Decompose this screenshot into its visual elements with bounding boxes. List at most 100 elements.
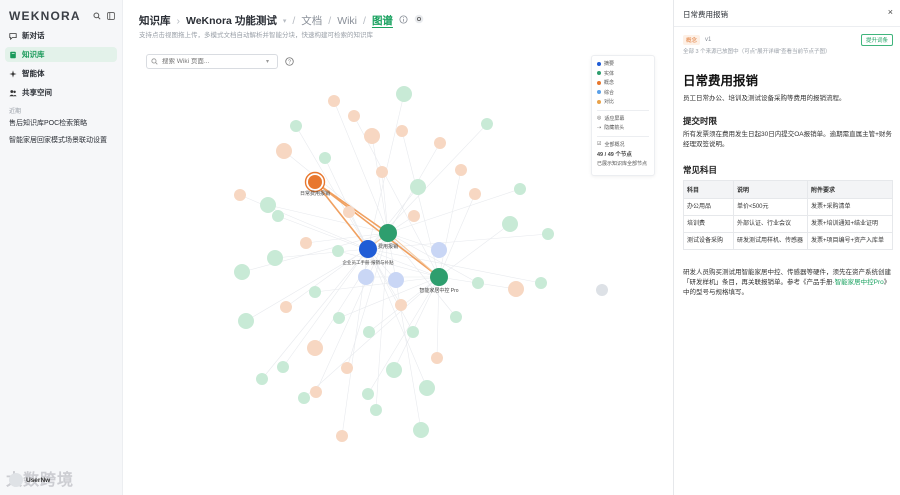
graph-node[interactable] xyxy=(376,166,388,178)
tab-graph[interactable]: 图谱 xyxy=(372,13,393,28)
hide-arrows-option[interactable]: ⇢ 隐藏箭头 xyxy=(597,123,649,133)
node-label-hub2: 企业员工手册·报销与补贴 xyxy=(343,259,394,266)
graph-node[interactable] xyxy=(333,312,345,324)
graph-node[interactable] xyxy=(542,228,554,240)
graph-node[interactable] xyxy=(319,152,331,164)
fit-screen-option[interactable]: ◎ 适应屏幕 xyxy=(597,114,649,124)
graph-node[interactable] xyxy=(341,362,353,374)
graph-edge xyxy=(438,223,511,278)
recent-item-2[interactable]: 智能家居回家模式场景联动设置 xyxy=(9,135,107,145)
nav-agents[interactable]: 智能体 xyxy=(5,66,117,81)
doc-heading-deadline: 提交时限 xyxy=(683,116,718,126)
graph-node[interactable] xyxy=(307,340,323,356)
settings-icon[interactable] xyxy=(414,14,424,27)
graph-node[interactable] xyxy=(455,164,467,176)
nav-knowledge-base[interactable]: 知识库 xyxy=(5,47,117,62)
wiki-search-box[interactable]: ▾ xyxy=(146,54,278,69)
close-icon[interactable]: × xyxy=(888,7,893,17)
source-note: 全部 3 个来源已放图中（可点"展开详细"查看当前节点子图） xyxy=(683,49,831,55)
graph-node[interactable] xyxy=(362,388,374,400)
graph-node[interactable] xyxy=(469,188,481,200)
graph-node[interactable] xyxy=(260,197,276,213)
graph-node[interactable] xyxy=(290,120,302,132)
chat-plus-icon xyxy=(9,32,17,40)
user-menu[interactable]: UserNw xyxy=(9,473,50,487)
product-manual-link[interactable]: 智能家居中控Pro xyxy=(835,279,884,286)
graph-node[interactable] xyxy=(272,210,284,222)
graph-node[interactable] xyxy=(396,125,408,137)
breadcrumb-separator: / xyxy=(328,14,332,27)
graph-node[interactable] xyxy=(502,216,518,232)
promote-button[interactable]: 提升词条 xyxy=(860,34,893,46)
nav-new-chat[interactable]: 新对话 xyxy=(5,28,117,43)
graph-node[interactable] xyxy=(431,242,447,258)
node-entity-product[interactable] xyxy=(430,268,448,286)
graph-node[interactable] xyxy=(514,183,526,195)
search-icon[interactable] xyxy=(92,12,101,21)
doc-intro: 员工日常办公、培训及测试设备采购等费用的报销流程。 xyxy=(683,95,846,102)
graph-node[interactable] xyxy=(276,143,292,159)
graph-node[interactable] xyxy=(336,430,348,442)
graph-node[interactable] xyxy=(431,352,443,364)
arrow-icon: ⇢ xyxy=(597,124,602,131)
graph-node[interactable] xyxy=(267,250,283,266)
panel-divider xyxy=(674,26,900,27)
graph-node[interactable] xyxy=(388,272,404,288)
graph-node[interactable] xyxy=(434,137,446,149)
graph-node[interactable] xyxy=(386,362,402,378)
wiki-search-input[interactable] xyxy=(162,58,262,65)
node-entity-hub[interactable] xyxy=(379,224,397,242)
user-name: UserNw xyxy=(26,476,51,484)
breadcrumb-root[interactable]: 知识库 xyxy=(139,13,171,28)
graph-node[interactable] xyxy=(410,179,426,195)
tab-wiki[interactable]: Wiki xyxy=(337,15,357,27)
graph-node[interactable] xyxy=(238,313,254,329)
graph-node[interactable] xyxy=(298,392,310,404)
graph-node[interactable] xyxy=(234,189,246,201)
graph-node[interactable] xyxy=(472,277,484,289)
graph-node[interactable] xyxy=(419,380,435,396)
graph-node[interactable] xyxy=(300,237,312,249)
graph-node[interactable] xyxy=(596,284,608,296)
graph-node[interactable] xyxy=(328,95,340,107)
graph-node[interactable] xyxy=(508,281,524,297)
graph-node[interactable] xyxy=(358,269,374,285)
graph-node[interactable] xyxy=(413,422,429,438)
graph-node[interactable] xyxy=(396,86,412,102)
graph-node[interactable] xyxy=(363,326,375,338)
graph-node[interactable] xyxy=(309,286,321,298)
graph-node[interactable] xyxy=(535,277,547,289)
graph-node[interactable] xyxy=(332,245,344,257)
graph-edge xyxy=(305,232,389,244)
graph-node[interactable] xyxy=(408,210,420,222)
graph-node[interactable] xyxy=(450,311,462,323)
graph-edge xyxy=(303,276,440,399)
graph-node[interactable] xyxy=(277,361,289,373)
help-icon[interactable]: ? xyxy=(285,57,294,68)
breadcrumb-kb[interactable]: WeKnora 功能测试 xyxy=(186,13,277,28)
chevron-down-icon[interactable]: ▾ xyxy=(266,58,269,65)
graph-node[interactable] xyxy=(481,118,493,130)
node-selected[interactable] xyxy=(308,175,322,189)
graph-node[interactable] xyxy=(343,206,355,218)
collapse-sidebar-icon[interactable] xyxy=(106,12,115,21)
graph-node[interactable] xyxy=(407,326,419,338)
graph-node[interactable] xyxy=(395,299,407,311)
kb-dropdown-chevron-icon[interactable]: ▾ xyxy=(283,17,287,25)
graph-node[interactable] xyxy=(256,373,268,385)
graph-node[interactable] xyxy=(234,264,250,280)
graph-node[interactable] xyxy=(280,301,292,313)
svg-text:?: ? xyxy=(288,59,291,65)
legend-item: 概念 xyxy=(597,78,649,88)
graph-node[interactable] xyxy=(370,404,382,416)
graph-node[interactable] xyxy=(348,110,360,122)
nav-shared-space[interactable]: 共享空间 xyxy=(5,85,117,100)
graph-node[interactable] xyxy=(310,386,322,398)
recent-item-1[interactable]: 售后知识库POC检索策略 xyxy=(9,118,87,128)
tab-docs[interactable]: 文档 xyxy=(301,13,322,28)
node-summary-hub[interactable] xyxy=(359,240,377,258)
graph-node[interactable] xyxy=(364,128,380,144)
legend-dot-icon xyxy=(597,99,601,104)
breadcrumb: 知识库 › WeKnora 功能测试 ▾ / 文档 / Wiki / 图谱 xyxy=(139,13,424,28)
info-icon[interactable] xyxy=(399,14,408,27)
